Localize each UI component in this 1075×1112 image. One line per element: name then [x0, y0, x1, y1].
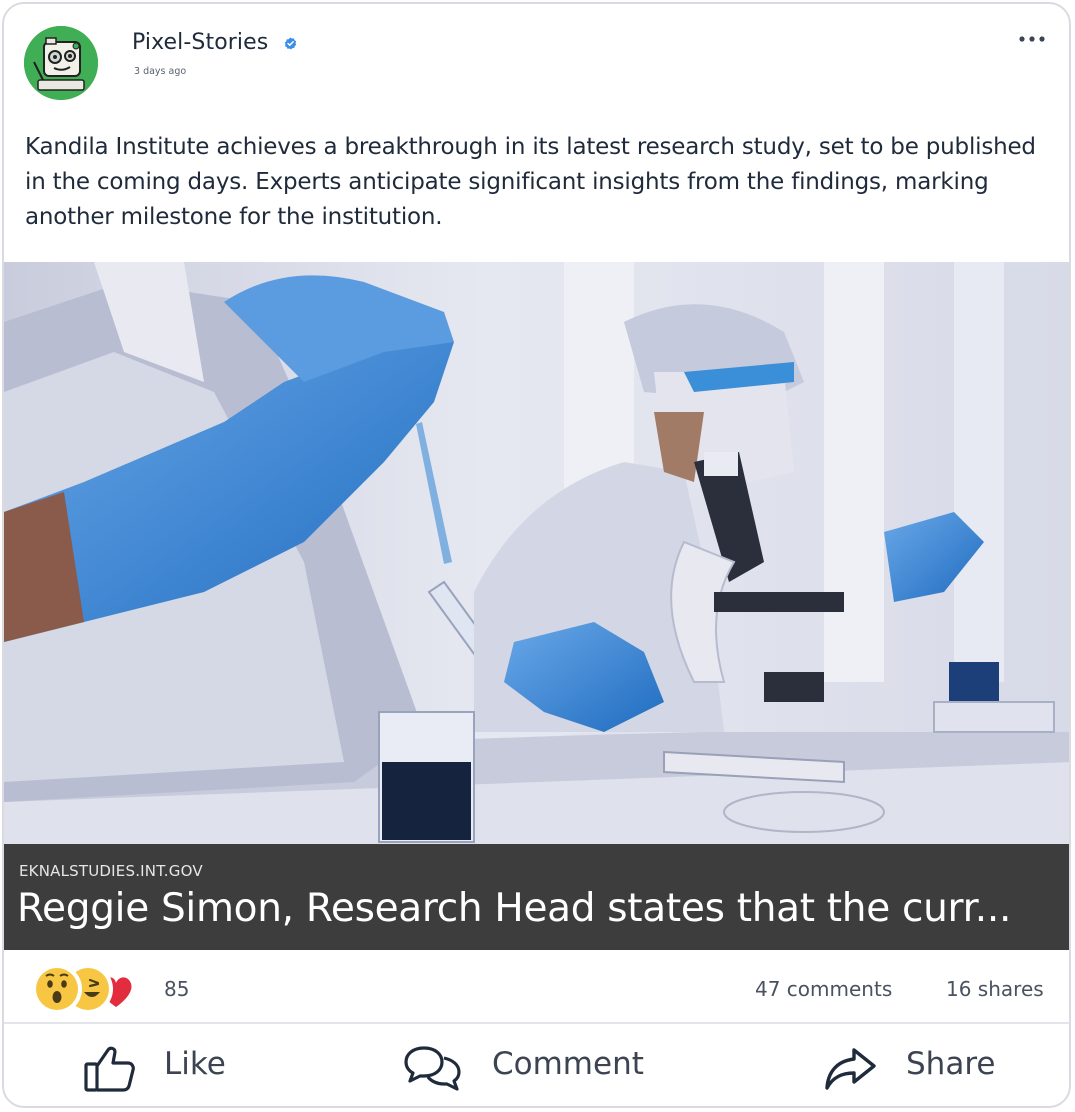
like-button[interactable]: Like	[82, 1024, 282, 1106]
more-options-icon	[1019, 36, 1045, 42]
shares-count-link[interactable]: 16 shares	[946, 977, 1044, 1001]
like-label: Like	[164, 1046, 226, 1082]
link-title[interactable]: Reggie Simon, Research Head states that …	[17, 886, 1057, 931]
link-domain: EKNALSTUDIES.INT.GOV	[19, 862, 203, 880]
post-actions-bar: Like Comment Share	[4, 1024, 1069, 1106]
share-label: Share	[906, 1046, 996, 1082]
post-timestamp[interactable]: 3 days ago	[134, 66, 186, 77]
comment-button[interactable]: Comment	[402, 1024, 662, 1106]
more-options-button[interactable]	[1014, 22, 1050, 50]
reaction-count[interactable]: 85	[164, 977, 189, 1001]
avatar[interactable]	[24, 26, 98, 100]
post-body-text: Kandila Institute achieves a breakthroug…	[25, 134, 1036, 230]
verified-badge-icon	[284, 37, 297, 50]
share-arrow-icon	[825, 1048, 876, 1090]
comment-label: Comment	[492, 1046, 644, 1082]
thumbs-up-icon	[84, 1046, 135, 1092]
author-name[interactable]: Pixel-Stories	[132, 30, 268, 55]
reaction-icons[interactable]	[30, 962, 146, 1016]
wow-icon	[32, 964, 82, 1014]
share-button[interactable]: Share	[822, 1024, 1022, 1106]
comments-count-link[interactable]: 47 comments	[755, 977, 892, 1001]
robot-avatar-icon	[24, 26, 98, 100]
link-info-bar[interactable]: EKNALSTUDIES.INT.GOV Reggie Simon, Resea…	[4, 844, 1069, 950]
post-card: Pixel-Stories 3 days ago Kandila Institu…	[2, 2, 1071, 1108]
post-header: Pixel-Stories 3 days ago	[4, 4, 1069, 114]
link-preview[interactable]: EKNALSTUDIES.INT.GOV Reggie Simon, Resea…	[4, 262, 1069, 950]
engagement-stats: 85 47 comments 16 shares	[4, 950, 1069, 1024]
comment-bubbles-icon	[404, 1046, 461, 1091]
lab-scientists-photo	[4, 262, 1069, 844]
